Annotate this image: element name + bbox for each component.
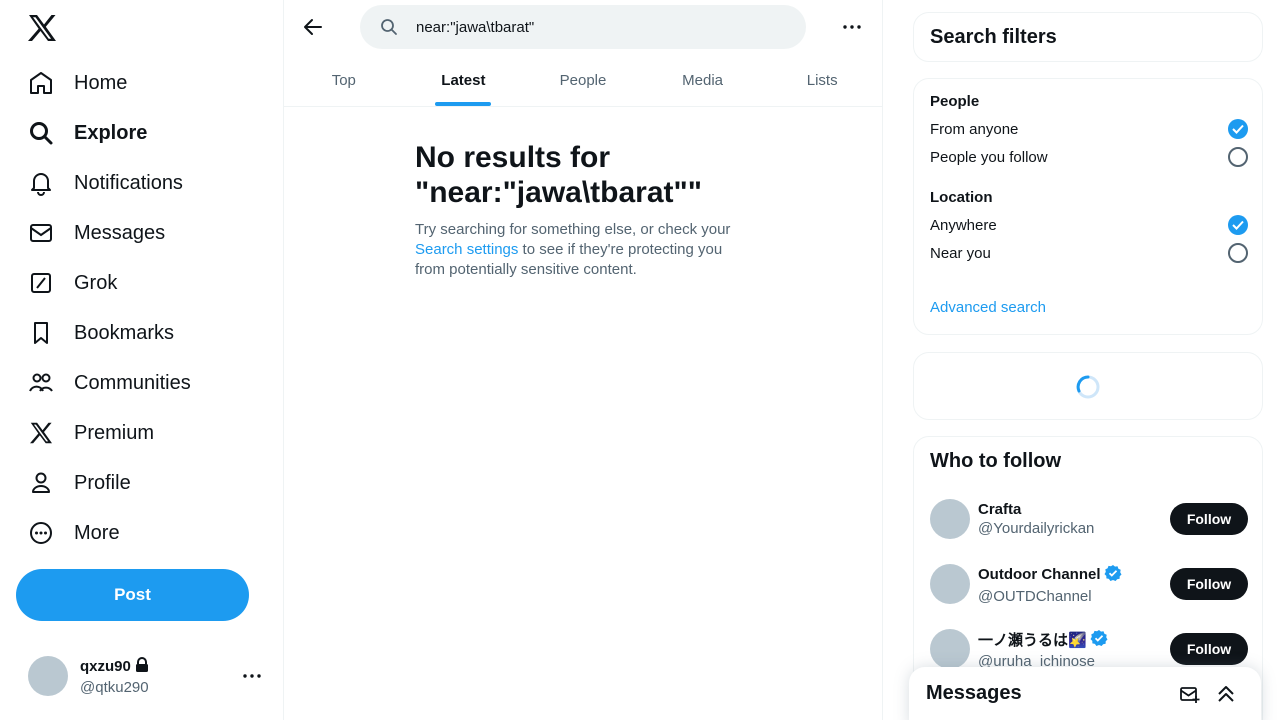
search-icon <box>28 120 54 146</box>
more-horizontal-icon[interactable] <box>840 15 864 39</box>
filter-people-you-follow[interactable]: People you follow <box>930 143 1248 171</box>
back-arrow-icon[interactable] <box>296 10 330 44</box>
tab-media[interactable]: Media <box>643 54 763 106</box>
bell-icon <box>28 170 54 196</box>
nav-more-label: More <box>74 521 120 544</box>
search-icon <box>380 18 398 36</box>
lock-icon <box>135 656 149 677</box>
post-button[interactable]: Post <box>16 569 249 621</box>
account-handle: @OUTDChannel <box>978 587 1092 605</box>
nav-explore-label: Explore <box>74 121 148 144</box>
nav-home-label: Home <box>74 71 128 94</box>
who-to-follow-title: Who to follow <box>930 450 1062 472</box>
nav-notifications-label: Notifications <box>74 171 183 194</box>
filter-near-you[interactable]: Near you <box>930 239 1248 267</box>
account-name: Outdoor Channel <box>978 566 1101 583</box>
verified-badge-icon <box>1104 564 1122 586</box>
tab-top[interactable]: Top <box>284 54 404 106</box>
nav-home[interactable]: Home <box>16 58 191 108</box>
advanced-search-link[interactable]: Advanced search <box>930 299 1046 316</box>
loading-spinner-icon <box>1076 375 1100 399</box>
filter-from-anyone[interactable]: From anyone <box>930 115 1248 143</box>
search-input[interactable] <box>416 18 796 36</box>
checked-radio-icon[interactable] <box>1228 119 1248 139</box>
nav-explore[interactable]: Explore <box>16 108 191 158</box>
more-circle-icon <box>28 520 54 546</box>
tab-people[interactable]: People <box>523 54 643 106</box>
no-results-title: No results for "near:"jawa\tbarat"" <box>415 141 702 209</box>
nav-premium-label: Premium <box>74 421 155 444</box>
account-name: Crafta <box>978 501 1022 518</box>
no-results: No results for "near:"jawa\tbarat"" Try … <box>415 140 751 280</box>
messages-drawer[interactable]: Messages <box>909 667 1261 720</box>
list-item[interactable]: Outdoor Channel @OUTDChannel Follow <box>930 561 1248 607</box>
radio-icon[interactable] <box>1228 243 1248 263</box>
more-horizontal-icon[interactable] <box>240 664 264 688</box>
nav-messages-label: Messages <box>74 221 166 244</box>
nav-premium[interactable]: Premium <box>16 408 191 458</box>
left-sidebar: Home Explore Notifications Messages Grok <box>0 0 284 720</box>
main-column: Top Latest People Media Lists No results… <box>284 0 883 720</box>
nav-communities-label: Communities <box>74 371 191 394</box>
account-handle: @Yourdailyrickan <box>978 520 1095 537</box>
loading-card <box>913 352 1263 420</box>
account-switcher[interactable]: qxzu90 @qtku290 <box>16 644 272 708</box>
account-name: 一ノ瀬うるは🌠 <box>978 632 1087 649</box>
x-logo-icon[interactable] <box>26 12 58 44</box>
nav-communities[interactable]: Communities <box>16 358 191 408</box>
follow-button[interactable]: Follow <box>1170 568 1248 600</box>
verified-badge-icon <box>1090 629 1108 651</box>
nav-bookmarks[interactable]: Bookmarks <box>16 308 191 358</box>
follow-button[interactable]: Follow <box>1170 633 1248 665</box>
people-filter-heading: People <box>930 93 980 110</box>
home-icon <box>28 70 54 96</box>
search-filters: People From anyone People you follow Loc… <box>913 78 1263 335</box>
expand-up-icon[interactable] <box>1215 683 1237 705</box>
no-results-message: Try searching for something else, or che… <box>415 221 731 278</box>
list-item[interactable]: 一ノ瀬うるは🌠 @uruha_ichinose Follow <box>930 626 1248 672</box>
x-logo-icon <box>28 420 54 446</box>
nav-profile[interactable]: Profile <box>16 458 191 508</box>
bookmark-icon <box>28 320 54 346</box>
envelope-icon <box>28 220 54 246</box>
nav-grok-label: Grok <box>74 271 118 294</box>
nav-messages[interactable]: Messages <box>16 208 191 258</box>
communities-icon <box>28 370 54 396</box>
person-icon <box>28 470 54 496</box>
tab-latest[interactable]: Latest <box>404 54 524 106</box>
tab-lists[interactable]: Lists <box>762 54 882 106</box>
account-handle: @qtku290 <box>80 678 149 696</box>
list-item[interactable]: Crafta @Yourdailyrickan Follow <box>930 496 1248 542</box>
follow-button[interactable]: Follow <box>1170 503 1248 535</box>
avatar <box>28 656 68 696</box>
nav-bookmarks-label: Bookmarks <box>74 321 175 344</box>
grok-icon <box>28 270 54 296</box>
messages-drawer-title: Messages <box>926 682 1022 704</box>
avatar <box>930 629 970 669</box>
nav-notifications[interactable]: Notifications <box>16 158 191 208</box>
search-settings-link[interactable]: Search settings <box>415 241 518 258</box>
search-tabs: Top Latest People Media Lists <box>284 54 882 107</box>
nav-more[interactable]: More <box>16 508 191 558</box>
radio-icon[interactable] <box>1228 147 1248 167</box>
nav-grok[interactable]: Grok <box>16 258 191 308</box>
search-filters-title: Search filters <box>930 26 1057 48</box>
new-message-icon[interactable] <box>1179 683 1201 705</box>
location-filter-heading: Location <box>930 189 993 206</box>
primary-nav: Home Explore Notifications Messages Grok <box>16 58 191 558</box>
search-bar[interactable] <box>360 5 806 49</box>
avatar <box>930 499 970 539</box>
search-filters-header: Search filters <box>913 12 1263 62</box>
account-name: qxzu90 <box>80 658 131 675</box>
avatar <box>930 564 970 604</box>
filter-anywhere[interactable]: Anywhere <box>930 211 1248 239</box>
nav-profile-label: Profile <box>74 471 131 494</box>
checked-radio-icon[interactable] <box>1228 215 1248 235</box>
